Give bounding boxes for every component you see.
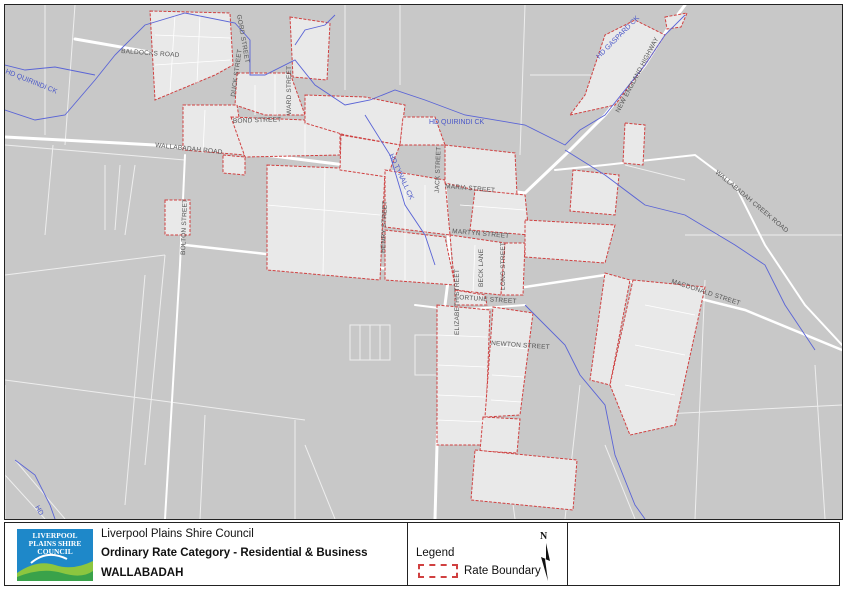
water-label: HD QUIRINDI CK xyxy=(5,68,58,95)
street-label: BECK LANE xyxy=(478,248,485,287)
legend-block: Legend Rate Boundary N xyxy=(408,523,568,585)
north-label: N xyxy=(540,531,548,542)
water-label: HD xyxy=(33,505,44,517)
street-label: ELIZABETH STREET xyxy=(454,269,461,335)
locality-name: WALLABADAH xyxy=(101,567,184,579)
map-title: Ordinary Rate Category - Residential & B… xyxy=(101,547,368,559)
council-logo: LIVERPOOL PLAINS SHIRE COUNCIL xyxy=(17,529,93,581)
map-footer: LIVERPOOL PLAINS SHIRE COUNCIL Liverpool… xyxy=(4,522,840,586)
street-label: WALLABADAH CREEK ROAD xyxy=(714,169,790,234)
title-block: LIVERPOOL PLAINS SHIRE COUNCIL Liverpool… xyxy=(5,523,408,585)
council-name: Liverpool Plains Shire Council xyxy=(101,528,254,540)
blank-panel xyxy=(568,523,839,585)
map-view[interactable]: BALDOCKS ROAD GORD STREET DUCK STREET WA… xyxy=(4,4,843,520)
street-label: LONG STREET xyxy=(500,242,507,290)
north-arrow-icon: N xyxy=(540,531,550,581)
water-label: HD QUIRINDI CK xyxy=(429,119,485,126)
hills-icon xyxy=(17,553,93,581)
street-label: WARD STREET xyxy=(286,66,293,115)
rate-boundary-swatch xyxy=(418,564,458,578)
street-label: BOLTON STREET xyxy=(180,199,189,255)
legend-title: Legend xyxy=(416,547,455,559)
legend-item-label: Rate Boundary xyxy=(464,565,541,577)
